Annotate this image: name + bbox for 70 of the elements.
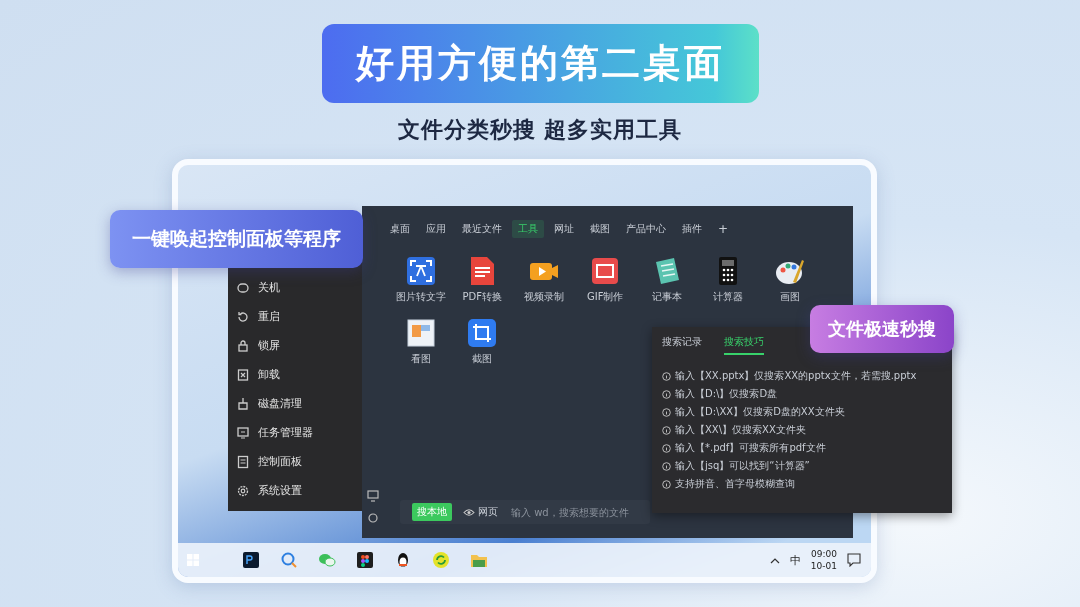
restart-icon: [236, 309, 250, 324]
design-app-icon[interactable]: [356, 551, 374, 569]
uninstall-icon: [236, 367, 250, 382]
app-label[interactable]: 看图: [410, 352, 431, 366]
search-field[interactable]: 搜本地 网页 输入 wd，搜索想要的文件: [400, 500, 650, 524]
callout-label: 一键唤起控制面板等程序: [110, 210, 363, 268]
eye-icon: [463, 507, 475, 517]
tip-text: 支持拼音、首字母模糊查询: [675, 477, 795, 491]
crop-icon[interactable]: [467, 318, 498, 348]
panel-icon: [236, 454, 250, 469]
launcher-tab[interactable]: 网址: [548, 220, 580, 238]
headline-title: 好用方便的第二桌面: [321, 24, 759, 103]
notification-icon[interactable]: [847, 553, 861, 567]
info-icon: [662, 389, 671, 399]
menu-item[interactable]: 锁屏: [228, 331, 362, 360]
app-label[interactable]: 记事本: [651, 290, 682, 304]
launcher-tab[interactable]: 截图: [584, 220, 616, 238]
settings-icon[interactable]: [367, 512, 379, 524]
text-scan-icon[interactable]: [405, 256, 436, 286]
panel-tab[interactable]: 搜索技巧: [724, 335, 764, 355]
callout-label: 文件极速秒搜: [810, 305, 954, 353]
info-icon: [662, 425, 671, 435]
menu-item[interactable]: 重启: [228, 302, 362, 331]
panel-tab[interactable]: 搜索记录: [662, 335, 702, 355]
info-icon: [662, 407, 671, 417]
settings-icon: [236, 483, 250, 498]
launcher-tab[interactable]: 工具: [512, 220, 544, 238]
info-icon: [662, 461, 671, 471]
app-label[interactable]: 视频录制: [523, 290, 564, 304]
launcher-tab[interactable]: 最近文件: [456, 220, 508, 238]
menu-item[interactable]: 磁盘清理: [228, 389, 362, 418]
photo-editor-icon[interactable]: [242, 551, 260, 569]
search-mode-button[interactable]: 网页: [458, 503, 503, 521]
app-label[interactable]: PDF转换: [462, 290, 502, 304]
launcher-tab[interactable]: 插件: [676, 220, 708, 238]
tip-text: 输入【D:\XX】仅搜索D盘的XX文件夹: [675, 405, 845, 419]
menu-item[interactable]: 卸载: [228, 360, 362, 389]
app-label[interactable]: 图片转文字: [395, 290, 446, 304]
info-icon: [662, 479, 671, 489]
tip-text: 输入【XX.pptx】仅搜索XX的pptx文件，若需搜.pptx: [675, 369, 917, 383]
launcher-tab[interactable]: 桌面: [384, 220, 416, 238]
menu-item[interactable]: 系统设置: [228, 476, 362, 505]
image-file-icon[interactable]: [590, 256, 621, 286]
lock-icon: [236, 338, 250, 353]
app-label[interactable]: 截图: [472, 352, 493, 366]
monitor-icon: [236, 425, 250, 440]
input-method-indicator[interactable]: 中: [789, 552, 801, 568]
clock-time[interactable]: 09:00: [810, 548, 837, 560]
launcher-tab[interactable]: 产品中心: [620, 220, 672, 238]
tip-text: 输入【XX\】仅搜索XX文件夹: [675, 423, 806, 437]
magnifier-icon[interactable]: [280, 551, 298, 569]
add-tab-button[interactable]: +: [712, 220, 735, 238]
menu-item[interactable]: 关机: [228, 273, 362, 302]
tip-text: 输入【jsq】可以找到“计算器”: [675, 459, 810, 473]
info-icon: [662, 371, 671, 381]
app-label[interactable]: 计算器: [713, 290, 744, 304]
launcher-tab[interactable]: 应用: [420, 220, 452, 238]
headline-subtitle: 文件分类秒搜 超多实用工具: [397, 116, 683, 144]
chevron-up-icon[interactable]: [769, 556, 780, 564]
menu-item[interactable]: 控制面板: [228, 447, 362, 476]
sync-icon[interactable]: [432, 551, 450, 569]
tip-text: 输入【D:\】仅搜索D盘: [675, 387, 778, 401]
monitor-icon[interactable]: [367, 490, 379, 502]
app-label[interactable]: GIF制作: [587, 290, 624, 304]
clock-date[interactable]: 10-01: [810, 560, 837, 572]
tip-text: 输入【*.pdf】可搜索所有pdf文件: [675, 441, 826, 455]
menu-item[interactable]: 任务管理器: [228, 418, 362, 447]
app-label[interactable]: 画图: [779, 290, 800, 304]
picture-icon[interactable]: [405, 318, 436, 348]
info-icon: [662, 443, 671, 453]
